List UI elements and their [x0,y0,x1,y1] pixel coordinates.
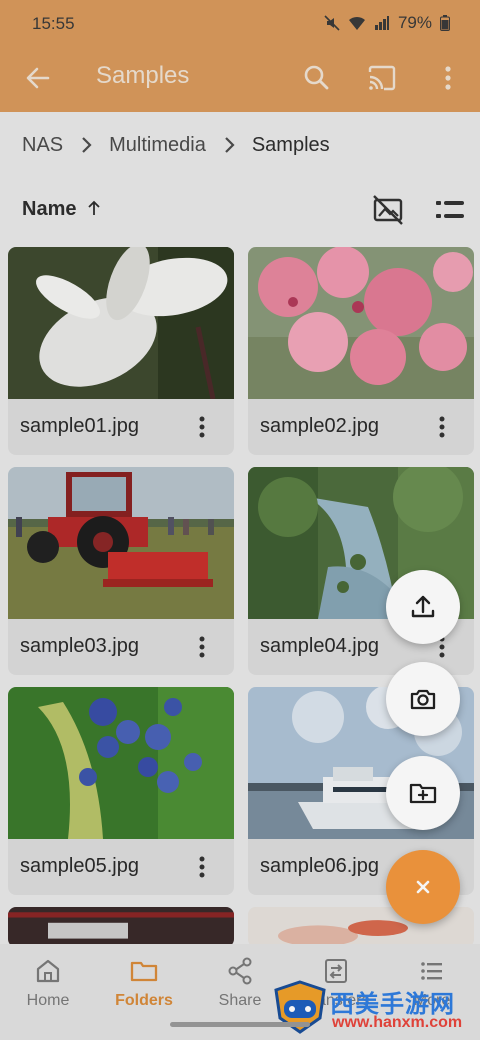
file-card[interactable] [8,907,234,947]
status-bar: 15:55 79% [0,0,480,48]
gesture-handle [170,1022,310,1027]
status-time: 15:55 [32,14,75,33]
nav-folders-label: Folders [115,992,173,1009]
file-card[interactable]: sample01.jpg [8,247,234,455]
top-bar: 15:55 79% Samples [0,0,480,112]
arrow-up-icon [88,200,100,215]
file-name: sample03.jpg [20,635,139,657]
signal-icon [374,16,389,30]
breadcrumb-item-nas[interactable]: NAS [22,134,63,157]
sort-bar: Name [0,178,480,240]
folder-add-icon [409,783,437,804]
nav-home-label: Home [26,992,70,1009]
thumbnail-image [8,687,234,839]
breadcrumb-item-multimedia[interactable]: Multimedia [109,134,206,157]
file-name: sample04.jpg [260,635,379,657]
nav-folders[interactable]: Folders [96,956,192,1010]
more-vertical-icon [445,66,451,90]
file-card[interactable]: sample03.jpg [8,467,234,675]
thumbnail-image [8,467,234,619]
more-vertical-icon[interactable] [190,631,214,663]
close-fab-button[interactable] [386,850,460,924]
cast-icon [368,65,396,91]
thumbnail-image [8,907,234,947]
file-name: sample02.jpg [260,415,379,437]
overflow-menu-button[interactable] [430,60,466,96]
upload-button[interactable] [386,570,460,644]
home-icon [36,959,60,983]
back-button[interactable] [20,60,56,96]
breadcrumb-item-samples: Samples [251,133,330,156]
mute-icon [324,15,340,31]
list-view-button[interactable] [432,192,468,228]
app-bar: Samples [0,48,480,112]
list-view-icon [436,201,464,218]
chevron-right-icon [225,137,235,153]
file-name: sample05.jpg [20,855,139,877]
breadcrumb: NAS Multimedia Samples [0,112,480,178]
battery-percent: 79% [397,13,432,32]
camera-icon [410,689,436,710]
file-card[interactable]: sample05.jpg [8,687,234,895]
cast-button[interactable] [364,60,400,96]
more-vertical-icon[interactable] [430,411,454,443]
page-title: Samples [96,62,190,89]
chevron-right-icon [82,137,92,153]
sort-by-name-button[interactable]: Name [22,198,76,221]
file-card[interactable]: sample04.jpg [248,467,474,675]
thumbnail-image [248,247,474,399]
search-icon [304,65,329,90]
arrow-left-icon [26,67,50,89]
upload-icon [411,595,435,618]
more-vertical-icon[interactable] [190,851,214,883]
new-folder-button[interactable] [386,756,460,830]
image-off-icon [373,195,403,225]
file-name: sample06.jpg [260,855,379,877]
more-vertical-icon[interactable] [190,411,214,443]
search-button[interactable] [298,60,334,96]
wifi-icon [348,16,365,30]
close-icon [416,880,430,894]
folder-icon [130,961,158,982]
hide-thumbnails-button[interactable] [370,192,406,228]
battery-icon [440,15,450,31]
file-name: sample01.jpg [20,415,139,437]
nav-home[interactable]: Home [0,956,96,1010]
thumbnail-image [8,247,234,399]
watermark-url: www.hanxm.com [332,1014,463,1031]
camera-button[interactable] [386,662,460,736]
share-icon [228,957,252,985]
watermark: 西美手游网 www.hanxm.com [268,978,480,1036]
status-icons: 79% [324,13,450,33]
file-card[interactable]: sample02.jpg [248,247,474,455]
